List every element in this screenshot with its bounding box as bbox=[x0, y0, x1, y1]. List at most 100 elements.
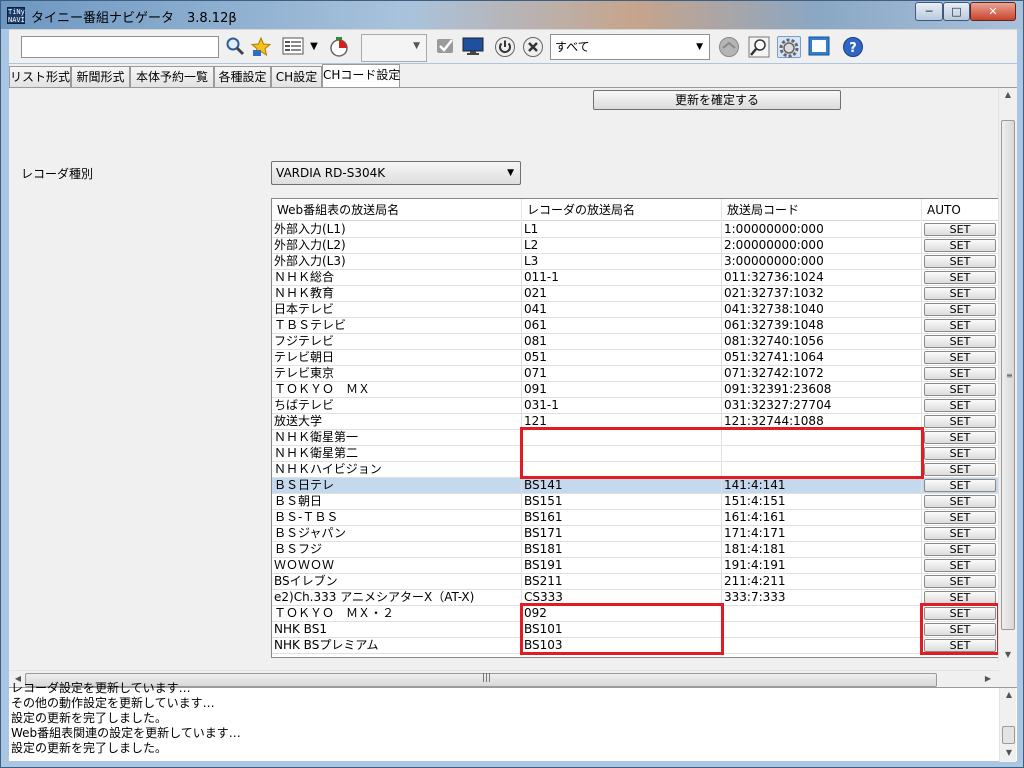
auto-set-button[interactable]: SET bbox=[924, 543, 996, 556]
table-row[interactable]: 外部入力(L3) L3 3:00000000:000 SET bbox=[272, 254, 998, 270]
scroll-up-icon[interactable]: ▲ bbox=[1001, 90, 1015, 99]
station-code-cell[interactable]: 051:32741:1064 bbox=[722, 350, 922, 366]
dropdown-arrow-icon[interactable]: ▼ bbox=[307, 36, 321, 58]
channel-combo[interactable]: ▼ bbox=[361, 34, 427, 62]
auto-set-button[interactable]: SET bbox=[924, 335, 996, 348]
recorder-station-cell[interactable]: L3 bbox=[522, 254, 722, 270]
scrollbar-thumb[interactable] bbox=[1002, 726, 1015, 744]
table-row[interactable]: ＴＢＳテレビ 061 061:32739:1048 SET bbox=[272, 318, 998, 334]
recorder-station-cell[interactable]: CS333 bbox=[522, 590, 722, 606]
filter-select[interactable]: すべて ▼ bbox=[550, 34, 710, 60]
auto-set-button[interactable]: SET bbox=[924, 511, 996, 524]
web-station-cell[interactable]: ＮＨＫ教育 bbox=[272, 286, 522, 302]
recorder-station-cell[interactable]: L2 bbox=[522, 238, 722, 254]
search-icon[interactable] bbox=[223, 36, 247, 58]
auto-set-button[interactable]: SET bbox=[924, 463, 996, 476]
table-row[interactable]: ＢＳ朝日 BS151 151:4:151 SET bbox=[272, 494, 998, 510]
auto-set-button[interactable]: SET bbox=[924, 479, 996, 492]
station-code-cell[interactable]: 061:32739:1048 bbox=[722, 318, 922, 334]
web-station-cell[interactable]: 放送大学 bbox=[272, 414, 522, 430]
table-row[interactable]: ＢＳフジ BS181 181:4:181 SET bbox=[272, 542, 998, 558]
close-button[interactable]: ✕ bbox=[970, 2, 1016, 21]
web-station-cell[interactable]: ＴＯＫＹＯ ＭＸ bbox=[272, 382, 522, 398]
station-code-cell[interactable]: 211:4:211 bbox=[722, 574, 922, 590]
auto-set-button[interactable]: SET bbox=[924, 271, 996, 284]
scroll-up-icon[interactable]: ▲ bbox=[1002, 690, 1016, 699]
station-code-cell[interactable]: 091:32391:23608 bbox=[722, 382, 922, 398]
auto-set-button[interactable]: SET bbox=[924, 447, 996, 460]
station-code-cell[interactable]: 1:00000000:000 bbox=[722, 222, 922, 238]
recorder-station-cell[interactable]: BS191 bbox=[522, 558, 722, 574]
scroll-down-icon[interactable]: ▼ bbox=[1002, 748, 1016, 757]
table-row[interactable]: ＢＳ-ＴＢＳ BS161 161:4:161 SET bbox=[272, 510, 998, 526]
web-station-cell[interactable]: ＴＯＫＹＯ ＭＸ・２ bbox=[272, 606, 522, 622]
tab-newspaper[interactable]: 新聞形式 bbox=[71, 66, 130, 88]
recorder-station-cell[interactable] bbox=[522, 446, 722, 462]
auto-set-button[interactable]: SET bbox=[924, 383, 996, 396]
station-code-cell[interactable]: 171:4:171 bbox=[722, 526, 922, 542]
tab-settings[interactable]: 各種設定 bbox=[214, 66, 271, 88]
auto-set-button[interactable]: SET bbox=[924, 559, 996, 572]
column-header-recorder-station[interactable]: レコーダの放送局名 bbox=[522, 199, 722, 221]
minimize-button[interactable]: ─ bbox=[915, 2, 943, 21]
recorder-station-cell[interactable]: 091 bbox=[522, 382, 722, 398]
auto-set-button[interactable]: SET bbox=[924, 495, 996, 508]
recorder-station-cell[interactable]: BS181 bbox=[522, 542, 722, 558]
recorder-station-cell[interactable]: BS171 bbox=[522, 526, 722, 542]
fullscreen-icon[interactable] bbox=[807, 36, 831, 58]
web-station-cell[interactable]: ＢＳ朝日 bbox=[272, 494, 522, 510]
web-station-cell[interactable]: 外部入力(L1) bbox=[272, 222, 522, 238]
column-header-station-code[interactable]: 放送局コード bbox=[722, 199, 922, 221]
web-station-cell[interactable]: ＮＨＫハイビジョン bbox=[272, 462, 522, 478]
search-input[interactable] bbox=[21, 36, 219, 58]
table-row[interactable]: 日本テレビ 041 041:32738:1040 SET bbox=[272, 302, 998, 318]
favorite-star-icon[interactable] bbox=[249, 36, 273, 58]
help-icon[interactable]: ? bbox=[841, 36, 865, 58]
station-code-cell[interactable]: 081:32740:1056 bbox=[722, 334, 922, 350]
recorder-station-cell[interactable]: 031-1 bbox=[522, 398, 722, 414]
cancel-icon[interactable] bbox=[521, 36, 545, 58]
tab-list[interactable]: リスト形式 bbox=[9, 66, 71, 88]
recorder-station-cell[interactable]: BS151 bbox=[522, 494, 722, 510]
listview-icon[interactable] bbox=[281, 36, 305, 58]
recorder-station-cell[interactable]: BS103 bbox=[522, 638, 722, 654]
station-code-cell[interactable]: 011:32736:1024 bbox=[722, 270, 922, 286]
station-code-cell[interactable]: 3:00000000:000 bbox=[722, 254, 922, 270]
recorder-station-cell[interactable]: BS211 bbox=[522, 574, 722, 590]
table-row[interactable]: テレビ朝日 051 051:32741:1064 SET bbox=[272, 350, 998, 366]
web-station-cell[interactable]: NHK BS1 bbox=[272, 622, 522, 638]
recorder-station-cell[interactable]: 021 bbox=[522, 286, 722, 302]
table-row[interactable]: ちばテレビ 031-1 031:32327:27704 SET bbox=[272, 398, 998, 414]
web-station-cell[interactable]: ＢＳ-ＴＢＳ bbox=[272, 510, 522, 526]
web-station-cell[interactable]: e2)Ch.333 アニメシアターX（AT-X) bbox=[272, 590, 522, 606]
table-row[interactable]: NHK BSプレミアム BS103 SET bbox=[272, 638, 998, 654]
recorder-station-cell[interactable]: BS141 bbox=[522, 478, 722, 494]
web-station-cell[interactable]: NHK BSプレミアム bbox=[272, 638, 522, 654]
station-code-cell[interactable]: 031:32327:27704 bbox=[722, 398, 922, 414]
station-code-cell[interactable]: 141:4:141 bbox=[722, 478, 922, 494]
scroll-down-icon[interactable]: ▼ bbox=[1001, 650, 1015, 659]
table-row[interactable]: ＮＨＫ総合 011-1 011:32736:1024 SET bbox=[272, 270, 998, 286]
station-code-cell[interactable]: 041:32738:1040 bbox=[722, 302, 922, 318]
auto-set-button[interactable]: SET bbox=[924, 639, 996, 652]
table-row[interactable]: BSイレブン BS211 211:4:211 SET bbox=[272, 574, 998, 590]
table-row[interactable]: ＢＳ日テレ BS141 141:4:141 SET bbox=[272, 478, 998, 494]
web-station-cell[interactable]: ＮＨＫ衛星第二 bbox=[272, 446, 522, 462]
web-station-cell[interactable]: ＷＯＷＯＷ bbox=[272, 558, 522, 574]
recorder-type-select[interactable]: VARDIA RD-S304K ▼ bbox=[271, 161, 521, 185]
auto-set-button[interactable]: SET bbox=[924, 303, 996, 316]
web-station-cell[interactable]: ＮＨＫ衛星第一 bbox=[272, 430, 522, 446]
recorder-station-cell[interactable]: 061 bbox=[522, 318, 722, 334]
table-row[interactable]: 放送大学 121 121:32744:1088 SET bbox=[272, 414, 998, 430]
auto-set-button[interactable]: SET bbox=[924, 623, 996, 636]
table-row[interactable]: ＴＯＫＹＯ ＭＸ・２ 092 SET bbox=[272, 606, 998, 622]
web-station-cell[interactable]: ＮＨＫ総合 bbox=[272, 270, 522, 286]
auto-set-button[interactable]: SET bbox=[924, 351, 996, 364]
station-code-cell[interactable]: 121:32744:1088 bbox=[722, 414, 922, 430]
station-code-cell[interactable] bbox=[722, 638, 922, 654]
magnifier-icon[interactable] bbox=[747, 36, 771, 58]
tab-reservations[interactable]: 本体予約一覧 bbox=[130, 66, 214, 88]
power-icon[interactable] bbox=[493, 36, 517, 58]
station-code-cell[interactable] bbox=[722, 622, 922, 638]
auto-set-button[interactable]: SET bbox=[924, 431, 996, 444]
